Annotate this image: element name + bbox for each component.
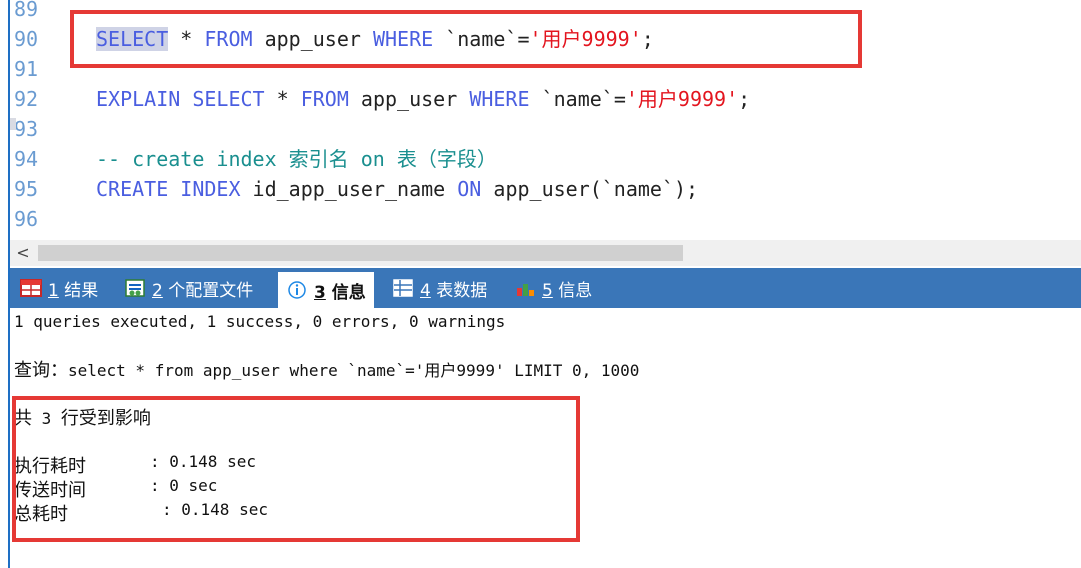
keyword: ON [457,177,482,201]
code-text: `name`= [529,87,626,111]
line-number: 89 [14,0,39,21]
query-label: 查询： [14,360,68,381]
keyword: SELECT [192,87,265,111]
highlight-box-result [12,396,580,542]
grid-icon [392,278,414,298]
tab-results[interactable]: 1 结果 [20,272,98,304]
code-line-95[interactable]: CREATE INDEX id_app_user_name ON app_use… [96,174,698,204]
keyword: CREATE [96,177,169,201]
code-text: ; [738,87,751,111]
tab-number: 1 [48,280,59,301]
tab-number: 4 [420,280,431,301]
tab-info-5[interactable]: 5 信息 [514,272,592,304]
tab-profiles[interactable]: 2 个配置文件 [124,272,253,304]
code-line-94[interactable]: -- create index 索引名 on 表（字段） [96,144,497,174]
line-number: 94 [14,147,39,171]
code-text: * [264,87,301,111]
line-number: 93 [14,117,39,141]
summary-text: 1 queries executed, 1 success, 0 errors,… [14,312,506,331]
left-border [0,0,10,568]
keyword: WHERE [469,87,530,111]
tab-info[interactable]: 3 信息 [278,272,374,308]
query-text: 查询：select * from app_user where `name`='… [14,356,639,382]
tab-label: 结果 [64,280,99,301]
tab-label: 信息 [331,282,366,303]
tab-label: 信息 [558,280,593,301]
line-number: 91 [14,57,39,81]
chart-icon [514,278,536,298]
tab-number: 2 [152,280,163,301]
tab-number: 3 [314,282,326,303]
line-number: 95 [14,177,39,201]
code-text: id_app_user_name [240,177,458,201]
scrollbar-thumb[interactable] [38,245,683,261]
code-text: app_user [348,87,470,111]
line-number: 96 [14,207,39,231]
code-line-92[interactable]: EXPLAIN SELECT * FROM app_user WHERE `na… [96,84,750,114]
code-text: app_user(`name`); [481,177,699,201]
scroll-left-icon[interactable]: < [14,243,32,263]
query-value: select * from app_user where `name`='用户9… [68,361,640,380]
string-literal: '用户9999' [625,87,739,111]
result-tabs-bar: 1 结果 2 个配置文件 3 信息 4 表数据 5 信息 [10,268,1081,308]
fold-marker [10,118,16,130]
keyword: FROM [300,87,349,111]
tab-label: 表数据 [436,280,488,301]
highlight-box-query [70,10,862,68]
tab-table-data[interactable]: 4 表数据 [392,272,487,304]
horizontal-scrollbar[interactable]: < [10,240,1081,266]
tab-number: 5 [542,280,553,301]
keyword: EXPLAIN [96,87,181,111]
line-number: 92 [14,87,39,111]
keyword: INDEX [180,177,241,201]
info-icon [286,280,308,300]
table-red-icon [20,278,42,298]
profile-icon [124,278,146,298]
tab-label: 个配置文件 [168,280,254,301]
line-number: 90 [14,27,39,51]
